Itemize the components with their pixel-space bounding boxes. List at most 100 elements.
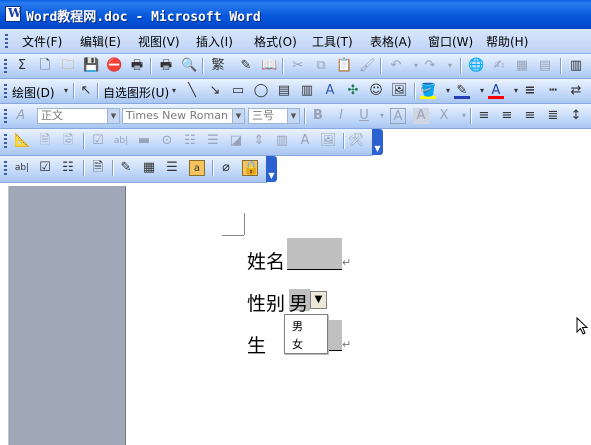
- spin-button-icon[interactable]: ⇕: [251, 133, 267, 149]
- vertical-textbox-icon[interactable]: ▥: [299, 83, 315, 99]
- print-preview-icon[interactable]: 🖶: [158, 58, 174, 74]
- properties-icon[interactable]: 🗎: [37, 133, 53, 149]
- tables-borders-icon[interactable]: ✍: [491, 58, 507, 74]
- paste-icon[interactable]: 📋: [336, 58, 352, 74]
- new-document-icon[interactable]: 🗋: [37, 58, 53, 74]
- label-control-icon[interactable]: A: [297, 133, 313, 149]
- dropdown-option-male[interactable]: 男: [292, 318, 303, 334]
- checkbox-form-field-icon[interactable]: ☑: [37, 160, 53, 176]
- save-icon[interactable]: 💾: [83, 58, 99, 74]
- dropdown-arrow-icon[interactable]: ▼: [310, 291, 327, 309]
- undo-icon[interactable]: ↶: [388, 58, 404, 74]
- italic-button[interactable]: I: [333, 108, 349, 124]
- open-folder-icon[interactable]: 🗀: [60, 58, 76, 74]
- char-scaling-icon[interactable]: X: [436, 108, 452, 124]
- toolbar-options-icon[interactable]: ▼: [266, 156, 277, 182]
- rectangle-icon[interactable]: ▭: [230, 83, 246, 99]
- research-icon[interactable]: ✎: [238, 58, 254, 74]
- arrow-style-icon[interactable]: ⇄: [568, 83, 584, 99]
- gender-value[interactable]: 男: [289, 289, 308, 316]
- menu-view[interactable]: 视图(V): [138, 33, 180, 50]
- dropdown-option-female[interactable]: 女: [292, 336, 303, 352]
- justify-icon[interactable]: ≣: [545, 108, 561, 124]
- document-page[interactable]: [126, 186, 591, 445]
- insert-excel-icon[interactable]: ▤: [537, 58, 553, 74]
- menubar-grip[interactable]: [5, 34, 8, 48]
- toolbar-options-icon[interactable]: ▼: [372, 129, 383, 155]
- print-icon[interactable]: 🖶: [129, 58, 145, 74]
- toggle-button-icon[interactable]: ◪: [228, 133, 244, 149]
- draw-dropdown-icon[interactable]: ▾: [58, 83, 74, 99]
- align-right-icon[interactable]: ≡: [522, 108, 538, 124]
- insert-table-icon[interactable]: ▦: [514, 58, 530, 74]
- draw-menu[interactable]: 绘图(D): [12, 84, 55, 101]
- search-icon[interactable]: 🔍: [181, 58, 197, 74]
- spelling-icon[interactable]: 繁: [210, 58, 226, 74]
- menu-help[interactable]: 帮助(H): [486, 33, 528, 50]
- scrollbar-control-icon[interactable]: ▥: [274, 133, 290, 149]
- insert-picture-icon[interactable]: 🖼: [391, 83, 408, 99]
- style-combo[interactable]: 正文 ▼: [37, 108, 120, 124]
- dash-style-icon[interactable]: ┅: [545, 83, 561, 99]
- menu-edit[interactable]: 编辑(E): [80, 33, 121, 50]
- redo-icon[interactable]: ↷: [422, 58, 438, 74]
- menu-window[interactable]: 窗口(W): [428, 33, 473, 50]
- align-left-icon[interactable]: ≡: [476, 108, 492, 124]
- copy-icon[interactable]: ⧉: [313, 58, 329, 74]
- styles-formatting-icon[interactable]: 𝐴: [12, 108, 28, 124]
- permission-icon[interactable]: ⛔: [106, 58, 122, 74]
- clipart-icon[interactable]: ☺: [368, 83, 384, 99]
- line-spacing-icon[interactable]: ↕: [568, 108, 584, 124]
- font-combo[interactable]: Times New Roman ▼: [122, 108, 245, 124]
- font-color-icon[interactable]: A: [488, 83, 504, 99]
- image-control-icon[interactable]: 🖼: [320, 133, 337, 149]
- combobox-icon[interactable]: ☰: [205, 133, 221, 149]
- line-icon[interactable]: ╲: [184, 83, 200, 99]
- research-book-icon[interactable]: 📖: [261, 58, 277, 74]
- chevron-down-icon[interactable]: ▼: [287, 109, 299, 123]
- toolbar-grip[interactable]: [4, 84, 7, 98]
- textbox-icon[interactable]: ▤: [276, 83, 292, 99]
- columns-icon[interactable]: ▥: [568, 58, 584, 74]
- checkbox-control-icon[interactable]: ☑: [90, 133, 106, 149]
- textbox-control-icon[interactable]: ab|: [113, 133, 129, 149]
- sum-icon[interactable]: Σ: [14, 58, 30, 74]
- line-style-icon[interactable]: ≡: [522, 83, 538, 99]
- arrow-icon[interactable]: ↘: [207, 83, 223, 99]
- wordart-icon[interactable]: A: [322, 83, 338, 99]
- bold-button[interactable]: B: [310, 108, 326, 124]
- chevron-down-icon[interactable]: ▼: [107, 109, 119, 123]
- word-app-icon[interactable]: [5, 6, 21, 22]
- menu-insert[interactable]: 插入(I): [196, 33, 233, 50]
- redo-dropdown-icon[interactable]: ▾: [442, 58, 458, 74]
- diagram-icon[interactable]: ✣: [345, 83, 361, 99]
- format-painter-icon[interactable]: 🖌: [359, 58, 376, 74]
- toolbar-grip[interactable]: [4, 59, 7, 73]
- menu-file[interactable]: 文件(F): [22, 33, 62, 50]
- more-controls-icon[interactable]: 🛠: [348, 133, 365, 149]
- toolbar-grip[interactable]: [4, 134, 7, 148]
- insert-frame-icon[interactable]: ☰: [164, 160, 180, 176]
- view-code-icon[interactable]: 🗟: [60, 133, 76, 149]
- insert-table-form-icon[interactable]: ▦: [141, 160, 157, 176]
- oval-icon[interactable]: ◯: [253, 83, 269, 99]
- cut-icon[interactable]: ✂: [290, 58, 306, 74]
- name-text-field[interactable]: [287, 238, 342, 270]
- design-mode-icon[interactable]: 📐: [14, 133, 30, 149]
- listbox-icon[interactable]: ☷: [182, 133, 198, 149]
- draw-table-icon[interactable]: ✎: [118, 160, 134, 176]
- menu-format[interactable]: 格式(O): [254, 33, 297, 50]
- text-form-field-icon[interactable]: ab|: [14, 160, 30, 176]
- form-field-shading-icon[interactable]: a: [189, 160, 205, 176]
- reset-form-fields-icon[interactable]: ⌀: [218, 160, 234, 176]
- protect-form-icon[interactable]: 🔒: [242, 160, 259, 176]
- select-objects-icon[interactable]: ↖: [78, 83, 94, 99]
- autoshapes-dropdown-icon[interactable]: ▾: [166, 83, 182, 99]
- form-field-options-icon[interactable]: 🗎: [90, 160, 106, 176]
- char-border-icon[interactable]: A: [390, 108, 406, 124]
- menu-tools[interactable]: 工具(T): [312, 33, 353, 50]
- autoshapes-menu[interactable]: 自选图形(U): [103, 84, 169, 101]
- char-shading-icon[interactable]: A: [413, 108, 429, 124]
- underline-dropdown-icon[interactable]: ▾: [374, 108, 390, 124]
- command-button-icon[interactable]: ▬: [136, 133, 152, 149]
